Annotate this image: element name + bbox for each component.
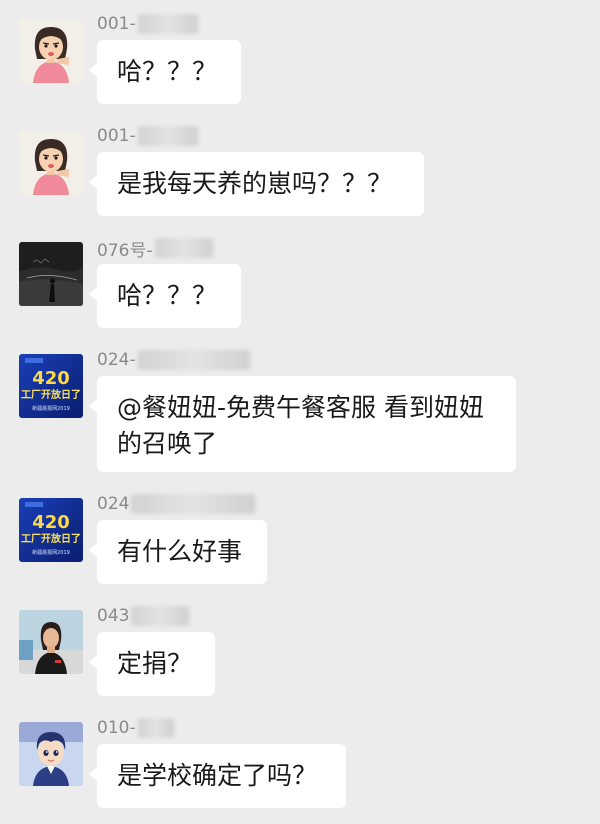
- poster-caption: 新疆晨报网2019: [32, 405, 70, 412]
- message-bubble[interactable]: 定捐？: [89, 632, 215, 696]
- message-bubble[interactable]: 有什么好事: [89, 520, 267, 584]
- sender-name: 024: [97, 494, 130, 514]
- message-bubble[interactable]: 哈？？？: [89, 264, 241, 328]
- message-bubble[interactable]: 是学校确定了吗？: [89, 744, 346, 808]
- sender-avatar[interactable]: [19, 610, 83, 674]
- sender-avatar[interactable]: [19, 722, 83, 786]
- poster-title: 420: [32, 368, 70, 389]
- sender-avatar[interactable]: [19, 242, 83, 306]
- message-bubble[interactable]: 哈？？？: [89, 40, 241, 104]
- sender-name: 076号-: [97, 240, 153, 261]
- poster-subtitle: 工厂开放日了: [21, 532, 81, 545]
- sender-name: 001-: [97, 126, 136, 146]
- poster-title: 420: [32, 512, 70, 533]
- poster-subtitle: 工厂开放日了: [21, 388, 81, 401]
- sender-name-row: 024: [97, 492, 256, 516]
- redacted-name: [154, 238, 213, 258]
- sender-name-row: 043: [97, 604, 190, 628]
- dark-landscape-avatar-icon: [19, 242, 83, 306]
- girl-avatar-icon: [19, 19, 83, 83]
- sender-name-row: 001-: [97, 124, 198, 148]
- sender-avatar[interactable]: [19, 131, 83, 195]
- sender-name: 001-: [97, 14, 136, 34]
- sender-avatar[interactable]: 420 工厂开放日了 新疆晨报网2019: [19, 498, 83, 562]
- redacted-name: [137, 14, 198, 34]
- sender-avatar[interactable]: [19, 19, 83, 83]
- cartoon-boy-avatar-icon: [19, 722, 83, 786]
- woman-photo-avatar-icon: [19, 610, 83, 674]
- redacted-name: [137, 718, 174, 738]
- sender-name-row: 076号-: [97, 236, 213, 261]
- sender-name: 043: [97, 606, 130, 626]
- sender-name: 024-: [97, 350, 136, 370]
- message-bubble[interactable]: 是我每天养的崽吗？？？: [89, 152, 424, 216]
- girl-avatar-icon: [19, 131, 83, 195]
- redacted-name: [131, 494, 256, 514]
- sender-name-row: 010-: [97, 716, 174, 740]
- sender-name-row: 024-: [97, 348, 250, 372]
- event-420-poster-avatar-icon: 420 工厂开放日了 新疆晨报网2019: [19, 354, 83, 418]
- message-bubble[interactable]: @餐妞妞-免费午餐客服 看到妞妞 的召唤了: [89, 376, 516, 472]
- sender-name: 010-: [97, 718, 136, 738]
- sender-avatar[interactable]: 420 工厂开放日了 新疆晨报网2019: [19, 354, 83, 418]
- event-420-poster-avatar-icon: 420 工厂开放日了 新疆晨报网2019: [19, 498, 83, 562]
- poster-caption: 新疆晨报网2019: [32, 549, 70, 556]
- sender-name-row: 001-: [97, 12, 198, 36]
- redacted-name: [137, 350, 250, 370]
- redacted-name: [131, 606, 190, 626]
- redacted-name: [137, 126, 198, 146]
